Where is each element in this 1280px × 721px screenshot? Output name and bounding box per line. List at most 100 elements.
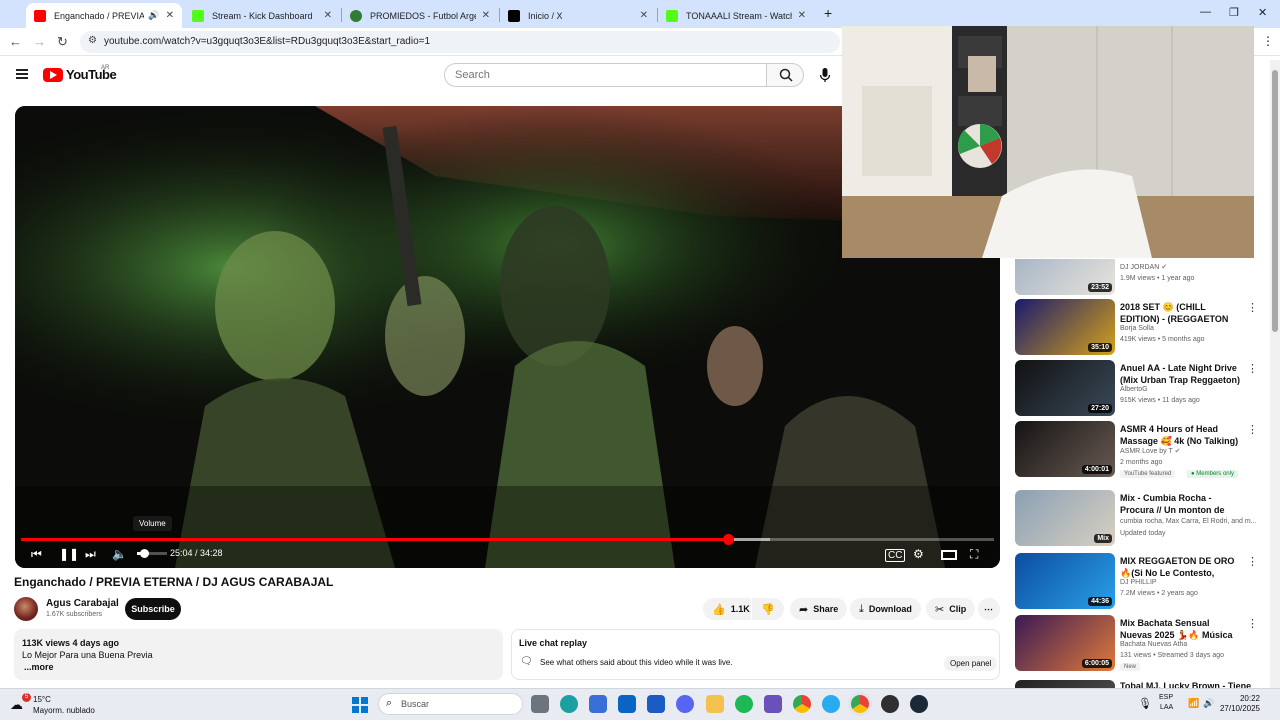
tab-close-icon[interactable]: ✕ xyxy=(324,10,332,21)
tab-close-icon[interactable]: ✕ xyxy=(482,10,490,21)
taskbar-search[interactable]: ⌕ Buscar xyxy=(378,693,523,715)
weather-widget[interactable]: ☁ 5 15°C Mayorm. nublado xyxy=(8,692,118,718)
channel-name[interactable]: DJ PHILLIP xyxy=(1120,579,1157,586)
video-title[interactable]: Tobal MJ, Lucky Brown - Tiene xyxy=(1120,680,1255,688)
video-title[interactable]: MIX REGGAETON DE ORO 🔥(Si No Le Contesto… xyxy=(1120,555,1240,579)
menu-icon[interactable] xyxy=(16,69,28,79)
channel-name[interactable]: Agus Carabajal xyxy=(46,598,119,609)
browser-menu-icon[interactable]: ⋮ xyxy=(1262,34,1274,48)
download-button[interactable]: ⤓ Download xyxy=(850,598,921,620)
clip-button[interactable]: ✂ Clip xyxy=(926,598,976,620)
forward-icon[interactable]: → xyxy=(33,34,46,49)
share-button[interactable]: ➦ Share xyxy=(790,598,848,620)
dislike-button[interactable]: 👎 xyxy=(752,598,784,620)
video-thumbnail[interactable]: 23:52 xyxy=(1015,259,1115,295)
spotify-icon[interactable] xyxy=(735,695,753,713)
tab-close-icon[interactable]: ✕ xyxy=(640,10,648,21)
obs-icon[interactable] xyxy=(881,695,899,713)
reload-icon[interactable]: ↻ xyxy=(57,34,68,50)
fullscreen-icon[interactable]: ⛶ xyxy=(970,547,978,562)
subtitles-icon[interactable]: CC xyxy=(885,549,906,562)
description-box[interactable]: 113K views 4 days ago Lo Mejor Para una … xyxy=(14,629,503,680)
clock-date[interactable]: 27/10/2025 xyxy=(1208,704,1260,713)
site-info-icon[interactable]: ⚙ xyxy=(88,35,97,46)
channel-avatar[interactable] xyxy=(14,597,38,621)
like-button[interactable]: 👍 1.1K xyxy=(703,598,751,620)
channel-name[interactable]: AlbertoG xyxy=(1120,386,1148,393)
video-thumbnail[interactable]: 6:00:05 xyxy=(1015,615,1115,671)
clock-time[interactable]: 20:22 xyxy=(1218,694,1260,703)
file-explorer-icon[interactable] xyxy=(706,695,724,713)
maximize-icon[interactable]: ❐ xyxy=(1229,6,1239,19)
keyboard-layout[interactable]: LAA xyxy=(1160,704,1173,711)
pause-icon[interactable]: ❚❚ xyxy=(59,547,79,561)
video-title[interactable]: ASMR 4 Hours of Head Massage 🥰 4k (No Ta… xyxy=(1120,423,1240,447)
more-actions-button[interactable]: ⋯ xyxy=(978,598,1000,620)
recommended-video[interactable]: Tobal MJ, Lucky Brown - Tiene xyxy=(1015,680,1260,688)
app-icon[interactable] xyxy=(764,695,782,713)
task-view-icon[interactable] xyxy=(531,695,549,713)
theater-mode-icon[interactable] xyxy=(941,550,957,560)
word-icon[interactable] xyxy=(647,695,665,713)
tab-youtube[interactable]: Enganchado / PREVIA ETERNA / DJ AGUS CAR… xyxy=(26,3,182,28)
search-box[interactable] xyxy=(444,63,767,87)
search-input[interactable] xyxy=(455,69,755,81)
more-options-icon[interactable]: ⋮ xyxy=(1247,362,1258,375)
channel-name[interactable]: DJ JORDAN ✔ xyxy=(1120,263,1167,271)
recommended-video[interactable]: 6:00:05 Mix Bachata Sensual Nuevas 2025 … xyxy=(1015,615,1260,671)
tab-tonaaali-stream[interactable]: TONAAALI Stream - Watch Live ✕ xyxy=(658,3,814,28)
page-scrollbar[interactable] xyxy=(1270,60,1280,688)
tab-promiedos[interactable]: PROMIEDOS - Futbol Argentino ✕ xyxy=(342,3,498,28)
channel-name[interactable]: cumbia rocha, Max Carra, El Rodri, and m… xyxy=(1120,518,1257,525)
more-options-icon[interactable]: ⋮ xyxy=(1247,301,1258,314)
video-thumbnail[interactable]: 44:36 xyxy=(1015,553,1115,609)
store-icon[interactable] xyxy=(589,695,607,713)
settings-icon[interactable]: ⚙ xyxy=(913,547,924,561)
video-title[interactable]: Anuel AA - Late Night Drive (Mix Urban T… xyxy=(1120,362,1240,386)
video-thumbnail[interactable]: Mix xyxy=(1015,490,1115,546)
video-thumbnail[interactable]: 27:20 xyxy=(1015,360,1115,416)
video-title[interactable]: Mix Bachata Sensual Nuevas 2025 💃🔥 Músic… xyxy=(1120,617,1240,641)
channel-name[interactable]: ASMR Love by T ✔ xyxy=(1120,447,1180,455)
progress-bar[interactable] xyxy=(21,534,994,545)
tab-x[interactable]: Inicio / X ✕ xyxy=(500,3,656,28)
edge-icon[interactable] xyxy=(560,695,578,713)
channel-name[interactable]: Bachata Nuevas Atha xyxy=(1120,641,1187,648)
chrome-icon[interactable] xyxy=(793,695,811,713)
minimize-icon[interactable]: — xyxy=(1200,6,1211,18)
tab-close-icon[interactable]: ✕ xyxy=(798,10,806,21)
video-thumbnail[interactable]: 35:10 xyxy=(1015,299,1115,355)
more-options-icon[interactable]: ⋮ xyxy=(1247,423,1258,436)
recommended-video[interactable]: 4:00:01 ASMR 4 Hours of Head Massage 🥰 4… xyxy=(1015,421,1260,479)
address-bar[interactable]: ⚙ youtube.com/watch?v=u3gquqt3o3E&list=R… xyxy=(80,31,840,53)
voice-search-button[interactable] xyxy=(814,64,836,86)
volume-icon[interactable]: 🔈 xyxy=(112,547,127,561)
tab-close-icon[interactable]: ✕ xyxy=(166,10,174,21)
recommended-video[interactable]: 27:20 Anuel AA - Late Night Drive (Mix U… xyxy=(1015,360,1260,416)
more-options-icon[interactable]: ⋮ xyxy=(1247,555,1258,568)
tab-kick-dashboard[interactable]: Stream - Kick Dashboard ✕ xyxy=(184,3,340,28)
new-tab-button[interactable]: + xyxy=(824,5,832,21)
windows-start-icon[interactable] xyxy=(352,697,368,713)
wifi-icon[interactable]: 📶 xyxy=(1188,698,1199,709)
recommended-video[interactable]: 44:36 MIX REGGAETON DE ORO 🔥(Si No Le Co… xyxy=(1015,553,1260,609)
telegram-icon[interactable] xyxy=(822,695,840,713)
subscribe-button[interactable]: Subscribe xyxy=(125,598,181,620)
open-panel-button[interactable]: Open panel xyxy=(944,656,998,671)
microphone-tray-icon[interactable]: 🎙 xyxy=(1138,697,1152,710)
outlook-icon[interactable] xyxy=(618,695,636,713)
channel-name[interactable]: Borja Solla xyxy=(1120,325,1154,332)
search-button[interactable] xyxy=(766,63,804,87)
url-text[interactable]: youtube.com/watch?v=u3gquqt3o3E&list=RDu… xyxy=(104,36,430,47)
next-icon[interactable]: ⏭ xyxy=(85,547,96,562)
video-thumbnail[interactable] xyxy=(1015,680,1115,688)
recommended-video[interactable]: 23:52 DJ JORDAN ✔ 1.9M views • 1 year ag… xyxy=(1015,259,1260,297)
speaker-icon[interactable]: 🔊 xyxy=(148,10,159,21)
recommended-video[interactable]: Mix Mix - Cumbia Rocha - Procura // Un m… xyxy=(1015,490,1260,546)
keyboard-language[interactable]: ESP xyxy=(1159,694,1173,701)
volume-slider[interactable] xyxy=(137,549,167,558)
video-title[interactable]: 2018 SET 😊 (CHILL EDITION) - (REGGAETON … xyxy=(1120,301,1240,325)
previous-icon[interactable]: ⏮ xyxy=(31,547,42,562)
back-icon[interactable]: ← xyxy=(9,34,22,49)
video-thumbnail[interactable]: 4:00:01 xyxy=(1015,421,1115,477)
